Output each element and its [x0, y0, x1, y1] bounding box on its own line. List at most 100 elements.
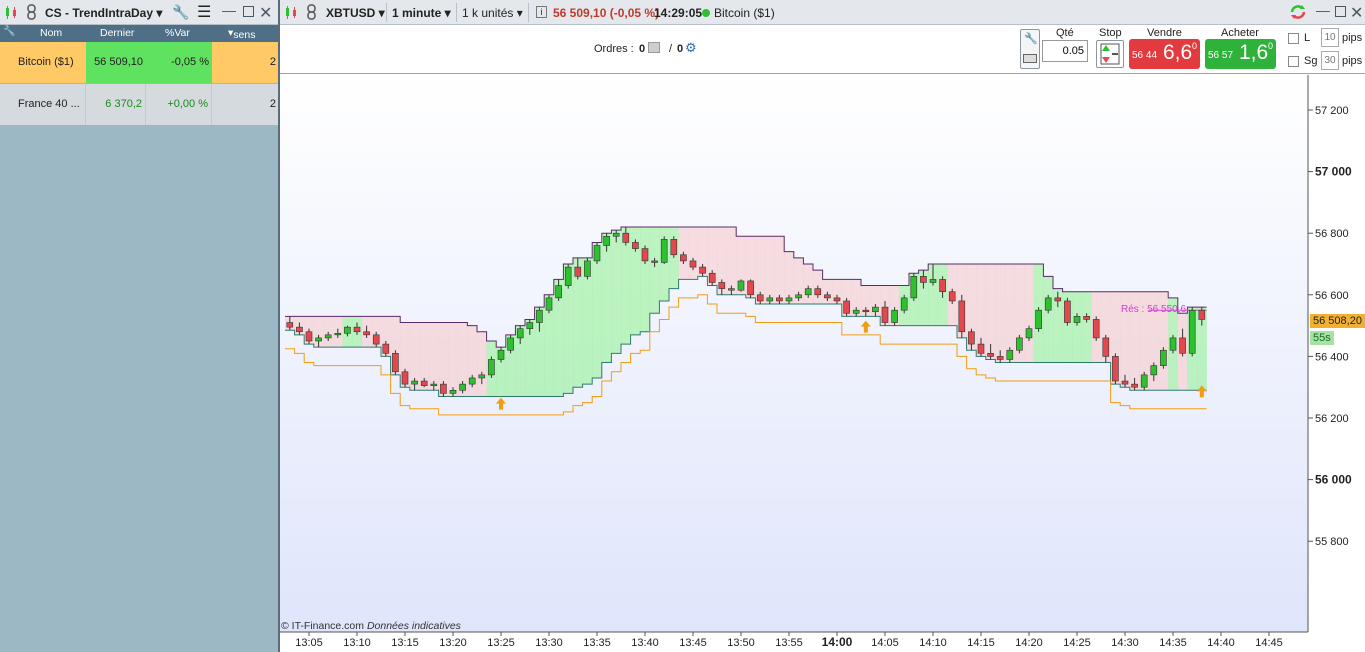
orders-list-icon[interactable] — [648, 42, 660, 53]
minimize-icon[interactable]: — — [222, 2, 236, 18]
x-tick-label: 14:10 — [919, 637, 947, 649]
candle-body — [430, 383, 438, 386]
qty-field[interactable] — [1042, 40, 1088, 62]
x-tick-label: 13:45 — [679, 637, 707, 649]
symbol-label: XBTUSD — [326, 6, 376, 20]
candle-body — [401, 371, 409, 385]
watchlist-header: 🔧 Nom Dernier %Var ▾ sens — [0, 25, 278, 42]
maximize-icon[interactable] — [1335, 6, 1346, 17]
x-tick-label: 13:20 — [439, 637, 467, 649]
symbol-selector[interactable]: XBTUSD ▾ — [326, 6, 385, 20]
l-checkbox[interactable] — [1288, 33, 1299, 44]
close-icon[interactable]: ✕ — [259, 3, 272, 23]
stop-button[interactable] — [1096, 40, 1124, 68]
x-tick-label: 13:40 — [631, 637, 659, 649]
units-selector[interactable]: 1 k unités ▾ — [462, 6, 523, 20]
candle-body — [1064, 300, 1071, 323]
price-change: 56 509,10 (-0,05 %) — [553, 6, 660, 20]
l-pips-field[interactable] — [1321, 28, 1339, 47]
buy-price-big: 1,6 — [1239, 41, 1269, 64]
col-dernier[interactable]: Dernier — [100, 27, 134, 39]
sg-pips-field[interactable] — [1321, 51, 1339, 70]
orders-separator: / — [669, 43, 673, 55]
candle-body — [891, 309, 898, 323]
orders-count-2: 0 — [677, 43, 684, 55]
candle-body — [382, 343, 390, 354]
candle-body — [852, 309, 860, 314]
candle-body — [1054, 297, 1062, 302]
sell-button[interactable]: 56 44 6,6 0 — [1129, 39, 1200, 69]
x-tick-label: 14:05 — [871, 637, 899, 649]
watchlist-panel: CS - TrendIntraDay ▾ 🔧 ☰ — ✕ 🔧 Nom Derni… — [0, 0, 278, 652]
gear-icon[interactable]: ⚙ — [685, 40, 697, 56]
candle-body — [564, 266, 572, 286]
row-last: 56 509,10 — [86, 42, 146, 83]
candle-body — [507, 337, 514, 351]
chart-toolbar: XBTUSD ▾ 1 minute ▾ 1 k unités ▾ i 56 50… — [280, 0, 1365, 25]
trend-band-segment — [611, 230, 622, 354]
refresh-icon[interactable] — [1289, 3, 1307, 21]
candle-body — [766, 297, 774, 302]
candle-body — [1016, 337, 1023, 351]
wrench-icon[interactable]: 🔧 — [172, 4, 189, 21]
candle-body — [440, 383, 447, 394]
candle-body — [747, 280, 754, 296]
row-last: 6 370,2 — [86, 84, 146, 125]
trend-band-segment — [477, 331, 487, 397]
watchlist-title: CS - TrendIntraDay — [45, 6, 154, 20]
candle-body — [488, 359, 495, 376]
col-sens[interactable]: ▾ sens — [228, 27, 255, 41]
candle-body — [353, 326, 361, 333]
col-nom[interactable]: Nom — [40, 27, 62, 39]
price-chart[interactable]: 57 200 57 000 56 800 56 600 56 400 56 200 56 0… — [280, 75, 1365, 652]
x-tick-label: 13:25 — [487, 637, 515, 649]
link-icon[interactable] — [306, 4, 318, 21]
watchlist-row-france40[interactable]: France 40 ... 6 370,2 +0,00 % 2 — [0, 84, 278, 125]
maximize-icon[interactable] — [243, 6, 254, 17]
minimize-icon[interactable]: — — [1316, 2, 1330, 18]
col-var[interactable]: %Var — [165, 27, 190, 39]
order-panel: Ordres : 0 / 0 ⚙ 🔧 Qté Stop Vendre 56 44… — [280, 25, 1365, 74]
candle-body — [324, 334, 332, 339]
candle-body — [1198, 309, 1206, 320]
candle-body — [910, 276, 918, 299]
x-tick-label: 13:30 — [535, 637, 563, 649]
candle-body — [622, 232, 630, 243]
candle-body — [804, 288, 812, 296]
link-icon[interactable] — [26, 4, 38, 21]
candlestick-icon[interactable] — [284, 5, 300, 20]
candle-body — [699, 266, 706, 274]
y-tick-label: 57 000 — [1315, 165, 1352, 179]
candle-body — [1188, 309, 1196, 354]
watchlist-selector[interactable]: CS - TrendIntraDay ▾ — [45, 6, 162, 20]
row-sens: 2 — [212, 42, 278, 83]
buy-button[interactable]: 56 57 1,6 0 — [1205, 39, 1276, 69]
candle-body — [1006, 349, 1014, 360]
candle-body — [900, 297, 908, 311]
close-icon[interactable]: ✕ — [1350, 3, 1363, 23]
timeframe-selector[interactable]: 1 minute ▾ — [392, 6, 451, 20]
candle-body — [1025, 328, 1033, 339]
footer-note: Données indicatives — [366, 620, 461, 632]
sg-checkbox[interactable] — [1288, 56, 1299, 67]
candle-body — [516, 328, 524, 339]
y-tick-label: 56 600 — [1315, 290, 1349, 302]
watchlist-row-bitcoin[interactable]: Bitcoin ($1) 56 509,10 -0,05 % 2 — [0, 42, 278, 83]
candlestick-icon — [4, 5, 20, 20]
candle-body — [660, 239, 668, 263]
candle-body — [536, 309, 543, 323]
wrench-small-icon[interactable]: 🔧 — [3, 26, 15, 37]
candle-body — [526, 322, 534, 329]
sg-pips-label: pips — [1342, 55, 1363, 67]
candle-body — [987, 353, 994, 357]
qty-label: Qté — [1056, 27, 1074, 39]
resistance-label: Rés : 56 550,6 — [1121, 304, 1187, 315]
row-sens: 2 — [269, 98, 276, 110]
candle-body — [824, 294, 831, 299]
menu-icon[interactable]: ☰ — [197, 2, 211, 22]
x-tick-label: 14:35 — [1159, 637, 1187, 649]
info-icon[interactable]: i — [536, 6, 547, 18]
last-price-tag: 56 508,20 — [1310, 314, 1365, 328]
candle-body — [776, 297, 783, 302]
trade-settings-button[interactable]: 🔧 — [1020, 29, 1040, 69]
